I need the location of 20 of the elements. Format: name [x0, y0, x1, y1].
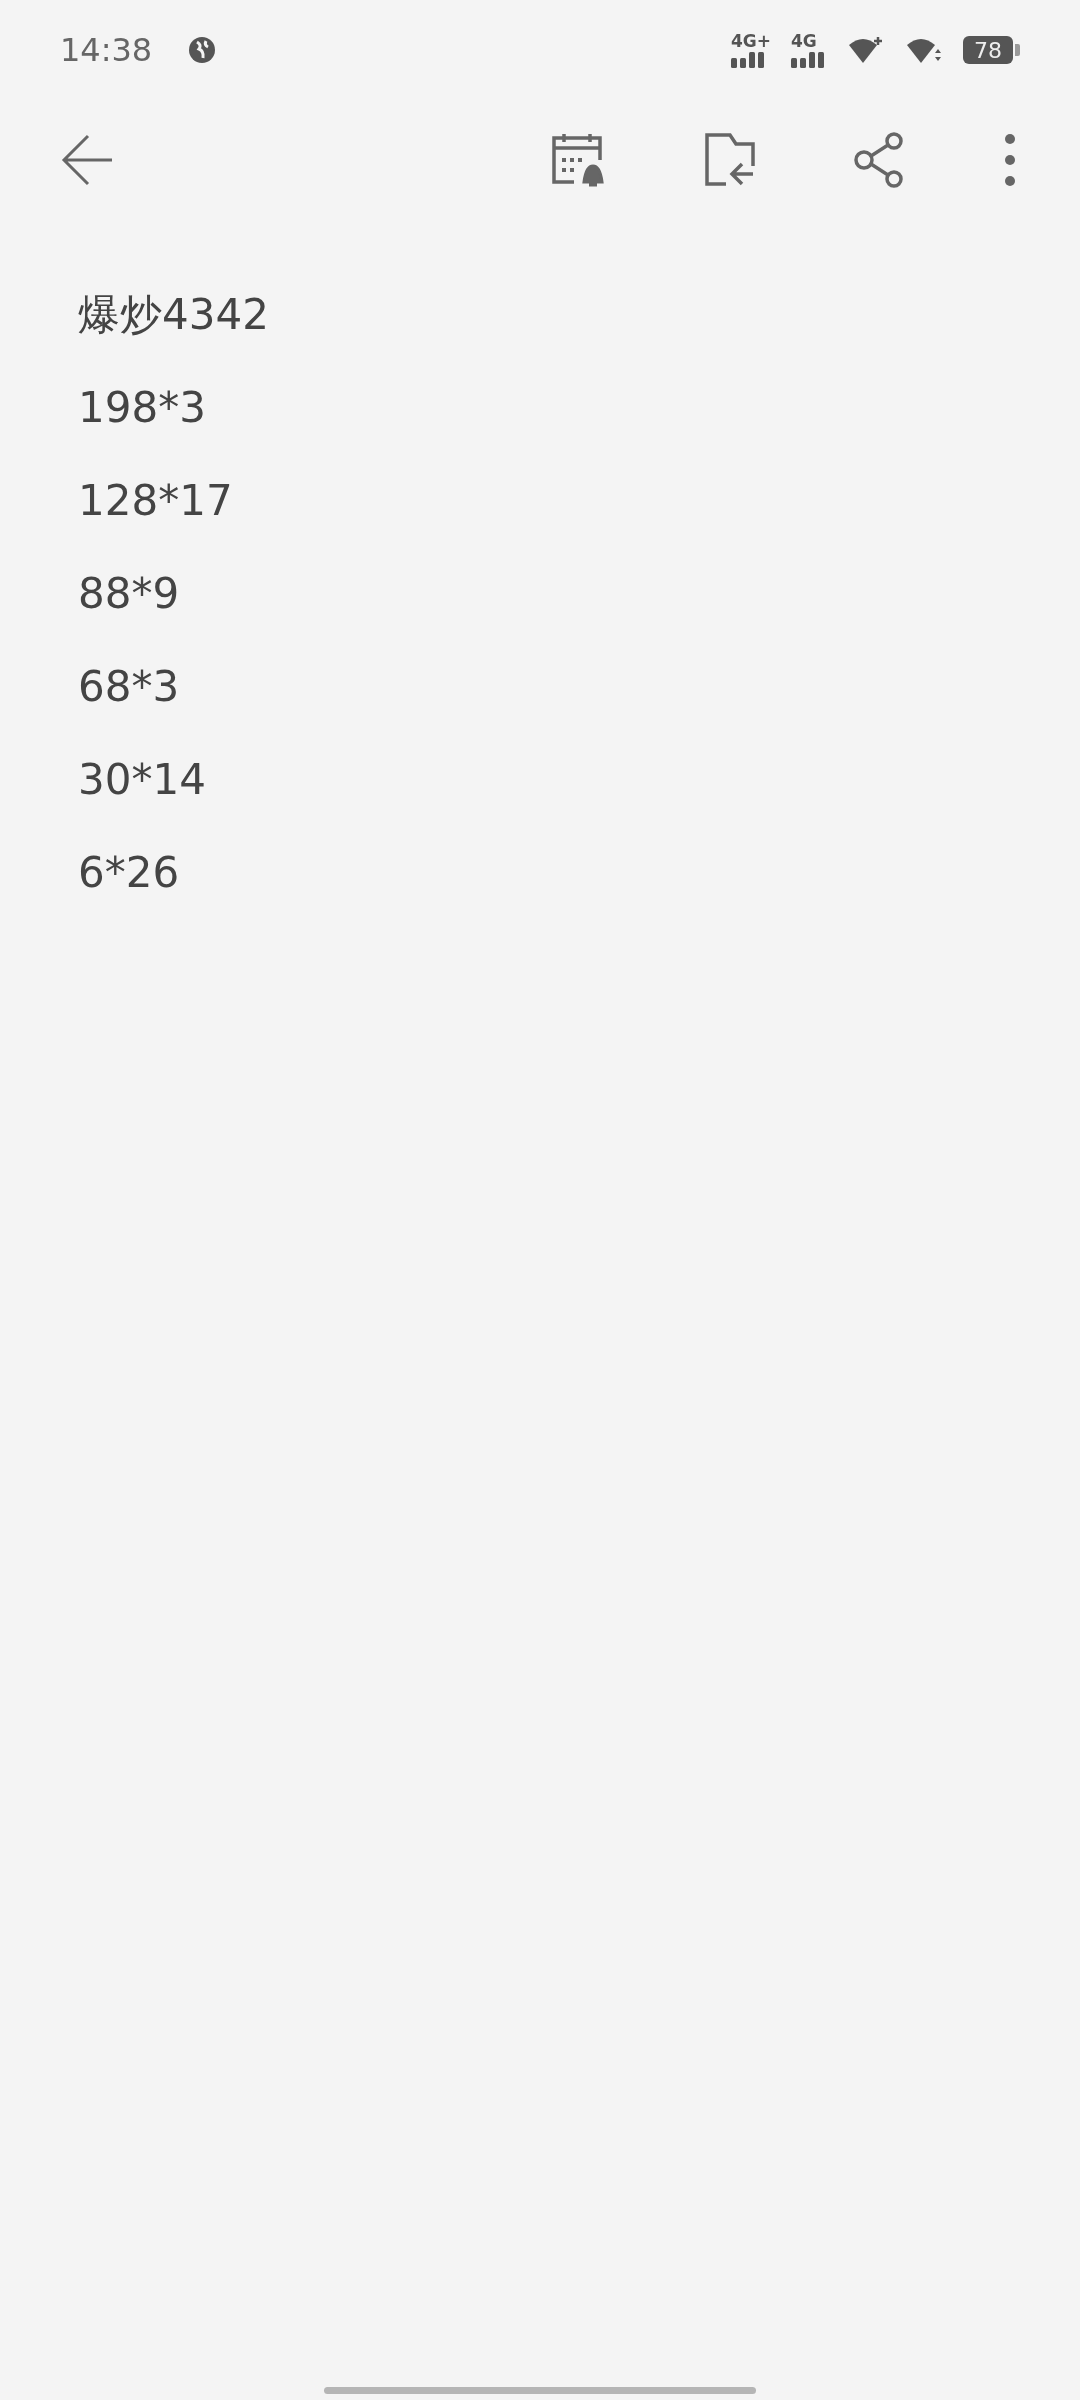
folder-arrow-icon [704, 132, 756, 188]
more-icon [1004, 133, 1016, 187]
note-line: 68*3 [78, 661, 181, 713]
clock: 14:38 [60, 31, 153, 69]
network-label: 4G [791, 32, 817, 50]
note-line: 30*14 [78, 754, 207, 806]
note-line: 6*26 [78, 847, 181, 899]
note-line: 爆炒4342 [78, 289, 270, 341]
signal-icon [791, 49, 827, 68]
battery-tip [1015, 44, 1020, 56]
network-label: 4G+ [730, 32, 771, 50]
note-line: 128*17 [78, 475, 234, 527]
share-icon [854, 132, 906, 188]
wifi-icon [847, 35, 885, 65]
globe-icon [188, 36, 217, 64]
battery-indicator: 78 [963, 36, 1013, 64]
note-line: 88*9 [78, 568, 181, 620]
calendar-bell-icon [552, 132, 606, 188]
signal-icon [730, 49, 767, 68]
note-line: 198*3 [78, 382, 207, 434]
